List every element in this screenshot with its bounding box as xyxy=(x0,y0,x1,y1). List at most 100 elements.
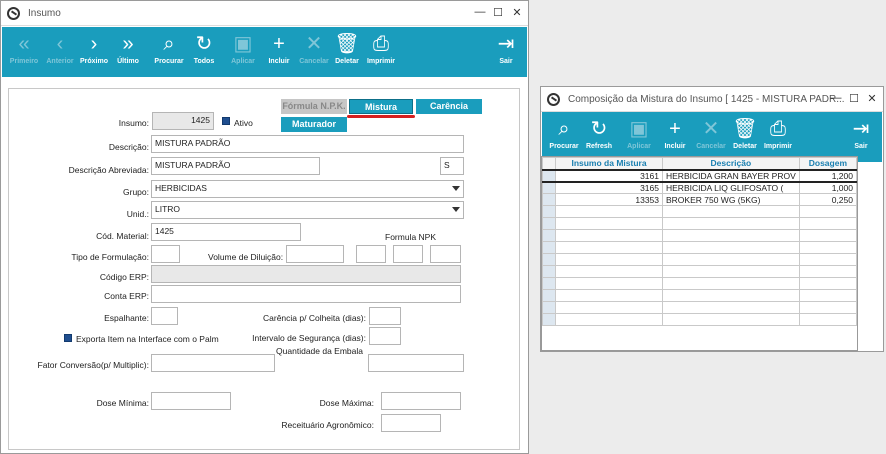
imprimir-button[interactable]: ⎙ Imprimir xyxy=(756,115,800,150)
npk-n-field[interactable] xyxy=(356,245,386,263)
formula-npk-label: Formula NPK xyxy=(385,232,437,242)
cod-material-field[interactable]: 1425 xyxy=(151,223,301,241)
close-icon[interactable]: ✕ xyxy=(510,6,524,19)
último-button[interactable]: » Último xyxy=(106,30,150,65)
chevron-down-icon[interactable] xyxy=(452,207,460,212)
codigo-erp-field[interactable] xyxy=(151,265,461,283)
table-row[interactable]: 3161 HERBICIDA GRAN BAYER PROV 1,200 xyxy=(542,169,858,182)
codigo-erp-label: Código ERP: xyxy=(99,272,149,282)
cell-descricao[interactable]: BROKER 750 WG (5KG) xyxy=(662,193,800,206)
volume-diluicao-field[interactable] xyxy=(286,245,344,263)
refresh-button[interactable]: ↻ Refresh xyxy=(577,115,621,150)
maximize-icon[interactable]: ☐ xyxy=(491,6,505,19)
quantidade-embala-label: Quantidade da Embala xyxy=(276,346,363,356)
app-logo-icon xyxy=(547,93,560,106)
cell-dosagem[interactable]: 0,250 xyxy=(798,193,858,206)
chevron-down-icon[interactable] xyxy=(452,186,460,191)
imprimir-button[interactable]: ⎙ Imprimir xyxy=(359,30,403,65)
empty-cell xyxy=(662,241,800,254)
empty-cell xyxy=(555,229,663,242)
sair-button[interactable]: ⇥ Sair xyxy=(484,30,528,65)
close-icon[interactable]: ✕ xyxy=(865,92,879,105)
quantidade-embala-field[interactable] xyxy=(368,354,464,372)
tab-formula-npk[interactable]: Fórmula N.P.K. xyxy=(281,99,347,114)
volume-diluicao-label: Volume de Diluição: xyxy=(208,252,284,262)
toolbar-label: Aplicar xyxy=(627,143,651,150)
toolbar-label: Anterior xyxy=(46,58,74,65)
col-descricao[interactable]: Descrição xyxy=(662,157,800,170)
toolbar-label: Cancelar xyxy=(696,143,726,150)
insumo-label: Insumo: xyxy=(118,118,149,128)
toolbar-label: Imprimir xyxy=(763,143,792,150)
npk-k-field[interactable] xyxy=(430,245,461,263)
print-icon: ⎙ xyxy=(373,33,389,55)
empty-cell xyxy=(542,265,556,278)
tipo-formulacao-field[interactable] xyxy=(151,245,180,263)
cell-insumo-mistura[interactable]: 3161 xyxy=(555,169,663,182)
maximize-icon[interactable]: ☐ xyxy=(847,92,861,105)
cell-descricao[interactable]: HERBICIDA LIQ GLIFOSATO ( xyxy=(662,181,800,194)
table-row[interactable]: 13353 BROKER 750 WG (5KG) 0,250 xyxy=(542,193,858,206)
receituario-field[interactable] xyxy=(381,414,441,432)
row-indicator[interactable] xyxy=(542,193,556,206)
unid-select[interactable]: LITRO xyxy=(151,201,464,219)
exporta-checkbox[interactable] xyxy=(64,334,72,342)
descricao-abrev-field[interactable]: MISTURA PADRÃO xyxy=(151,157,320,175)
toolbar-label: Deletar xyxy=(335,58,359,65)
col-insumo-mistura[interactable]: Insumo da Mistura xyxy=(555,157,663,170)
minimize-icon[interactable]: — xyxy=(829,92,843,104)
conta-erp-label: Conta ERP: xyxy=(104,291,149,301)
sair-button[interactable]: ⇥ Sair xyxy=(839,115,883,150)
empty-cell xyxy=(798,229,858,242)
todos-button[interactable]: ↻ Todos xyxy=(182,30,226,65)
cell-insumo-mistura[interactable]: 13353 xyxy=(555,193,663,206)
espalhante-field[interactable] xyxy=(151,307,178,325)
dose-maxima-field[interactable] xyxy=(381,392,461,410)
abrev-code-field[interactable]: S xyxy=(440,157,464,175)
toolbar-label: Imprimir xyxy=(366,58,395,65)
npk-p-field[interactable] xyxy=(393,245,423,263)
carencia-colheita-field[interactable] xyxy=(369,307,401,325)
receituario-label: Receituário Agronômico: xyxy=(281,420,374,430)
empty-cell xyxy=(798,277,858,290)
toolbar-label: Incluir xyxy=(268,58,290,65)
tab-mistura[interactable]: Mistura xyxy=(349,99,413,114)
empty-cell xyxy=(798,313,858,326)
empty-row xyxy=(542,205,858,218)
toolbar-label: Aplicar xyxy=(231,58,255,65)
cell-descricao[interactable]: HERBICIDA GRAN BAYER PROV xyxy=(662,169,800,182)
empty-cell xyxy=(662,253,800,266)
cell-insumo-mistura[interactable]: 3165 xyxy=(555,181,663,194)
dose-minima-field[interactable] xyxy=(151,392,231,410)
row-indicator[interactable] xyxy=(542,169,556,182)
cell-dosagem[interactable]: 1,200 xyxy=(798,169,858,182)
grupo-select[interactable]: HERBICIDAS xyxy=(151,180,464,198)
empty-row xyxy=(542,265,858,278)
empty-cell xyxy=(798,205,858,218)
unid-label: Unid.: xyxy=(126,209,149,219)
col-dosagem[interactable]: Dosagem xyxy=(798,157,858,170)
empty-cell xyxy=(542,313,556,326)
mistura-window-title: Composição da Mistura do Insumo [ 1425 -… xyxy=(568,94,845,105)
fator-conversao-field[interactable] xyxy=(151,354,275,372)
ativo-checkbox[interactable] xyxy=(222,117,230,125)
empty-cell xyxy=(662,205,800,218)
tab-maturador[interactable]: Maturador xyxy=(281,117,347,132)
tab-mistura-underline xyxy=(347,115,415,118)
descricao-field[interactable]: MISTURA PADRÃO xyxy=(151,135,464,153)
intervalo-seguranca-field[interactable] xyxy=(369,327,401,345)
empty-cell xyxy=(798,289,858,302)
tab-carencia[interactable]: Carência xyxy=(416,99,482,114)
empty-row xyxy=(542,289,858,302)
conta-erp-field[interactable] xyxy=(151,285,461,303)
insumo-field[interactable]: 1425 xyxy=(152,112,214,130)
app-logo-icon xyxy=(7,7,20,20)
empty-row xyxy=(542,241,858,254)
minimize-icon[interactable]: — xyxy=(473,6,487,18)
row-indicator[interactable] xyxy=(542,181,556,194)
empty-cell xyxy=(542,229,556,242)
mistura-toolbar: ⌕ Procurar ↻ Refresh ▣ Aplicar + Incluir ✕ Cancel… xyxy=(542,112,882,162)
toolbar-label: Deletar xyxy=(733,143,757,150)
cell-dosagem[interactable]: 1,000 xyxy=(798,181,858,194)
table-row[interactable]: 3165 HERBICIDA LIQ GLIFOSATO (1,000 xyxy=(542,181,858,194)
